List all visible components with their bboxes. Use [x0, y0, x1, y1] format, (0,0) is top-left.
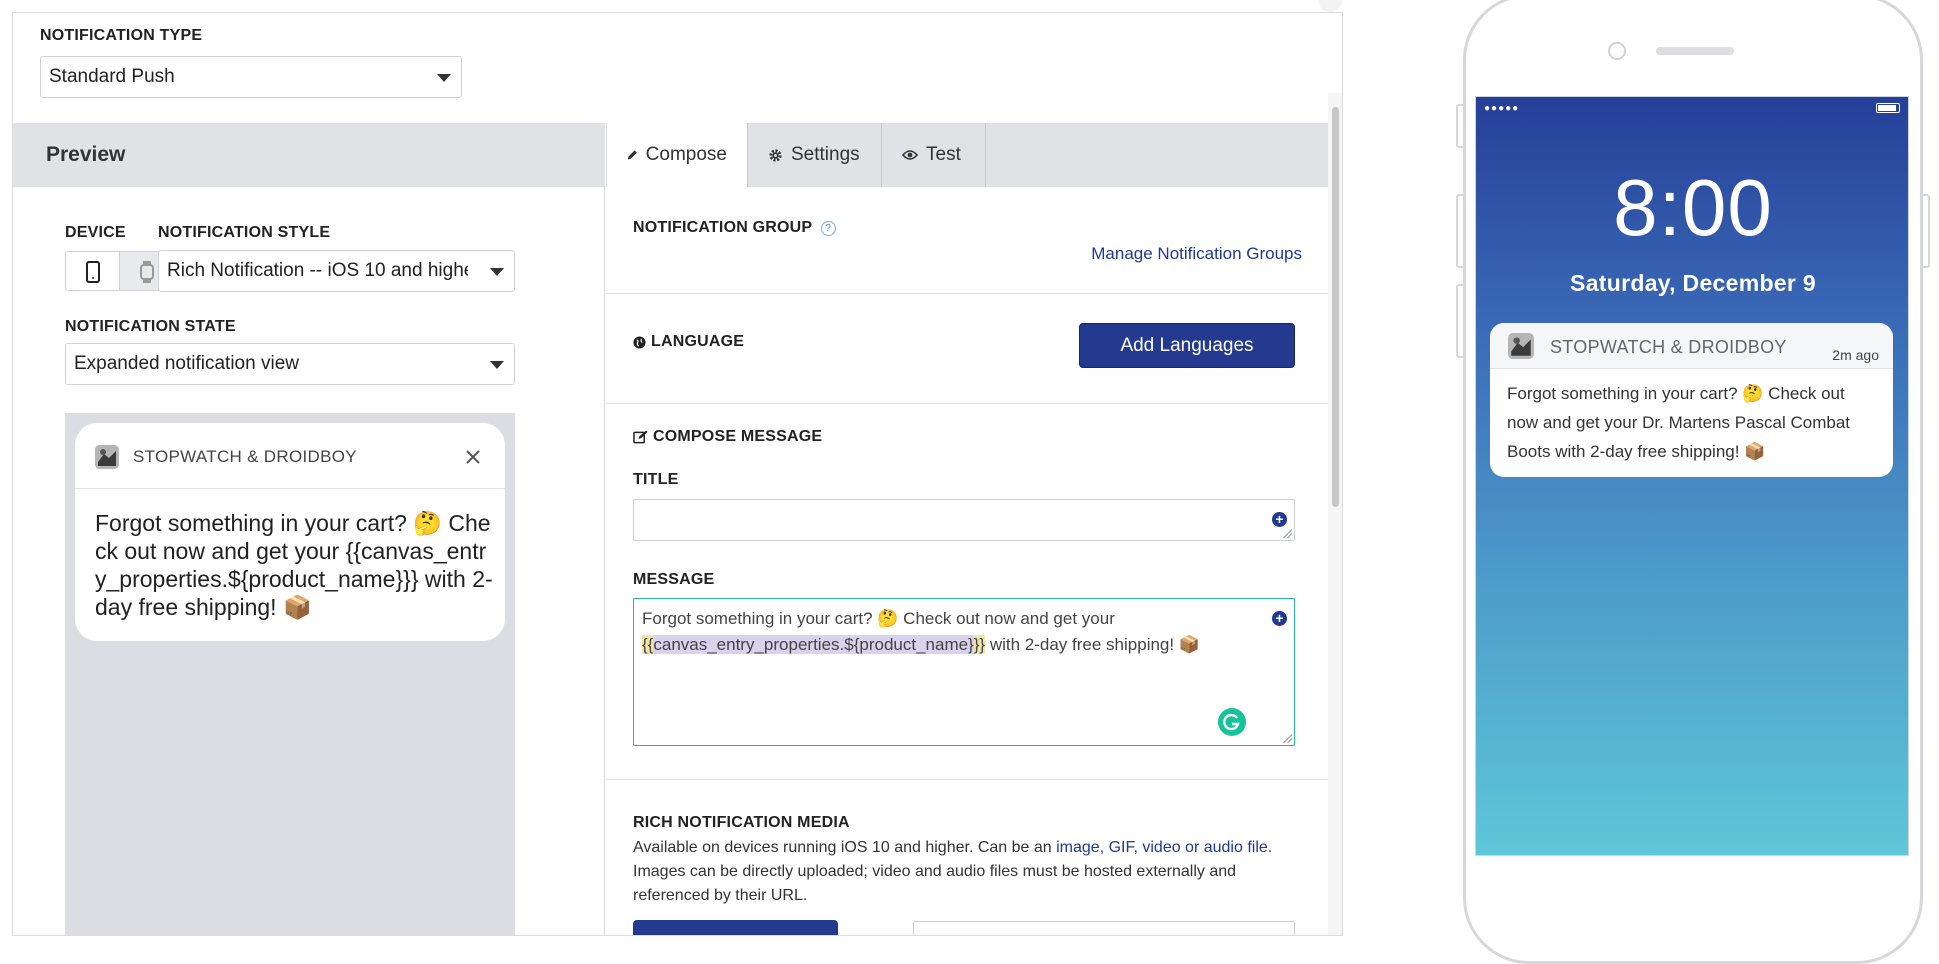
app-icon	[95, 445, 119, 469]
rich-media-text: Available on devices running iOS 10 and …	[633, 839, 1057, 856]
phone-camera	[1608, 42, 1626, 60]
video-audio-link[interactable]: video or audio file	[1142, 839, 1267, 856]
compose-message-label: COMPOSE MESSAGE	[633, 428, 822, 446]
help-icon[interactable]: ?	[820, 221, 836, 236]
lockscreen-time: 8:00	[1613, 163, 1773, 252]
tab-compose-label: Compose	[645, 144, 727, 165]
signal-icon: ●●●●●	[1484, 103, 1520, 114]
tab-settings-label: Settings	[791, 144, 860, 165]
divider	[606, 293, 1328, 294]
notification-state-label: NOTIFICATION STATE	[65, 318, 236, 335]
message-label: MESSAGE	[633, 571, 715, 588]
upload-button[interactable]	[633, 920, 838, 935]
divider	[606, 779, 1328, 780]
add-languages-button[interactable]: Add Languages	[1079, 323, 1295, 368]
preview-notification-card: STOPWATCH & DROIDBOY Forgot something in…	[75, 423, 505, 641]
notification-state-select[interactable]: Expanded notification view	[65, 343, 515, 385]
phone-side-button	[1923, 194, 1930, 268]
preview-pane: Preview DEVICE NOTIFICATION STYLE Rich N…	[13, 123, 605, 935]
phone-side-button	[1456, 194, 1463, 268]
edit-icon	[633, 430, 648, 444]
rich-media-label: RICH NOTIFICATION MEDIA	[633, 814, 850, 831]
message-text-part1: Forgot something in your cart? 🤔 Check o…	[642, 609, 1115, 628]
gif-link[interactable]: GIF	[1109, 839, 1134, 856]
manage-notification-groups-link[interactable]: Manage Notification Groups	[1091, 244, 1302, 264]
chevron-down-icon	[490, 361, 504, 369]
notification-style-value: Rich Notification -- iOS 10 and higher	[167, 260, 481, 281]
close-icon[interactable]	[465, 449, 481, 465]
title-label: TITLE	[633, 471, 679, 488]
phone-speaker	[1656, 47, 1734, 55]
message-text-part2: with 2-day free shipping! 📦	[985, 635, 1200, 654]
preview-card-body: Forgot something in your cart? 🤔 Check o…	[95, 510, 493, 620]
notification-state-value: Expanded notification view	[74, 353, 299, 374]
gear-icon	[769, 148, 782, 162]
title-field[interactable]: +	[633, 499, 1295, 541]
divider	[606, 403, 1328, 404]
tab-test[interactable]: Test	[882, 123, 986, 187]
lockscreen-app-name: STOPWATCH & DROIDBOY	[1550, 337, 1787, 357]
lockscreen-notification-card[interactable]: STOPWATCH & DROIDBOY 2m ago Forgot somet…	[1490, 323, 1893, 477]
lockscreen-timestamp: 2m ago	[1832, 347, 1879, 363]
phone-side-button	[1456, 104, 1463, 148]
chevron-down-icon	[490, 268, 504, 276]
pencil-icon	[627, 150, 637, 160]
notification-style-select[interactable]: Rich Notification -- iOS 10 and higher	[158, 250, 515, 292]
preview-title: Preview	[46, 143, 126, 166]
compose-message-text: COMPOSE MESSAGE	[653, 428, 823, 445]
phone-device-button[interactable]	[66, 252, 120, 290]
message-field[interactable]: Forgot something in your cart? 🤔 Check o…	[633, 598, 1295, 746]
preview-card-header: STOPWATCH & DROIDBOY	[75, 423, 505, 489]
rich-media-separator: ,	[1099, 839, 1109, 856]
resize-handle[interactable]	[1282, 528, 1292, 538]
background-circle	[1318, 0, 1342, 12]
liquid-close-brace: }}	[973, 635, 986, 654]
watch-icon	[139, 261, 154, 283]
lockscreen-card-body: Forgot something in your cart? 🤔 Check o…	[1507, 384, 1850, 461]
device-label: DEVICE	[65, 224, 126, 241]
preview-header: Preview	[13, 123, 605, 187]
rich-media-text: Images can be directly uploaded; video a…	[633, 863, 1237, 904]
rich-media-description: Available on devices running iOS 10 and …	[633, 836, 1313, 908]
notification-group-text: NOTIFICATION GROUP	[633, 219, 813, 236]
add-personalization-icon[interactable]: +	[1272, 512, 1287, 527]
preview-canvas: STOPWATCH & DROIDBOY Forgot something in…	[65, 413, 515, 935]
scrollbar-thumb[interactable]	[1332, 107, 1339, 507]
notification-group-label: NOTIFICATION GROUP ?	[633, 219, 836, 237]
liquid-open-brace: {{	[642, 635, 654, 654]
notification-style-label: NOTIFICATION STYLE	[158, 224, 331, 241]
liquid-variable: canvas_entry_properties.${product_name}	[653, 635, 974, 654]
tab-settings[interactable]: Settings	[748, 123, 882, 187]
lockscreen-card-header: STOPWATCH & DROIDBOY 2m ago	[1490, 323, 1893, 369]
rich-media-text: .	[1267, 839, 1273, 856]
language-label: LANGUAGE	[633, 333, 744, 351]
media-url-field[interactable]	[913, 921, 1295, 935]
phone-side-button	[1456, 284, 1463, 358]
editor-panel: NOTIFICATION TYPE Standard Push Preview …	[12, 12, 1343, 936]
app-icon	[1508, 333, 1534, 359]
preview-app-name: STOPWATCH & DROIDBOY	[133, 447, 357, 466]
grammarly-icon[interactable]	[1218, 708, 1246, 736]
notification-type-label: NOTIFICATION TYPE	[40, 27, 203, 44]
chevron-down-icon	[437, 74, 451, 82]
notification-type-value: Standard Push	[49, 66, 175, 87]
phone-screen: ●●●●● 8:00 Saturday, December 9 STOPWATC…	[1475, 96, 1909, 856]
add-personalization-icon[interactable]: +	[1272, 611, 1287, 626]
battery-icon	[1876, 103, 1900, 113]
scrollbar-track[interactable]	[1328, 93, 1342, 935]
tab-compose[interactable]: Compose	[606, 123, 748, 187]
message-text: Forgot something in your cart? 🤔 Check o…	[642, 606, 1242, 658]
resize-handle[interactable]	[1282, 733, 1292, 743]
globe-icon	[633, 335, 646, 349]
phone-icon	[86, 261, 100, 283]
image-link[interactable]: image	[1056, 839, 1100, 856]
language-text: LANGUAGE	[651, 333, 745, 350]
lockscreen-date: Saturday, December 9	[1570, 270, 1816, 296]
battery-level	[1878, 105, 1896, 111]
compose-tabs: Compose Settings Test	[606, 123, 1328, 187]
eye-icon	[902, 150, 918, 160]
tab-test-label: Test	[926, 144, 961, 165]
notification-type-select[interactable]: Standard Push	[40, 56, 462, 98]
